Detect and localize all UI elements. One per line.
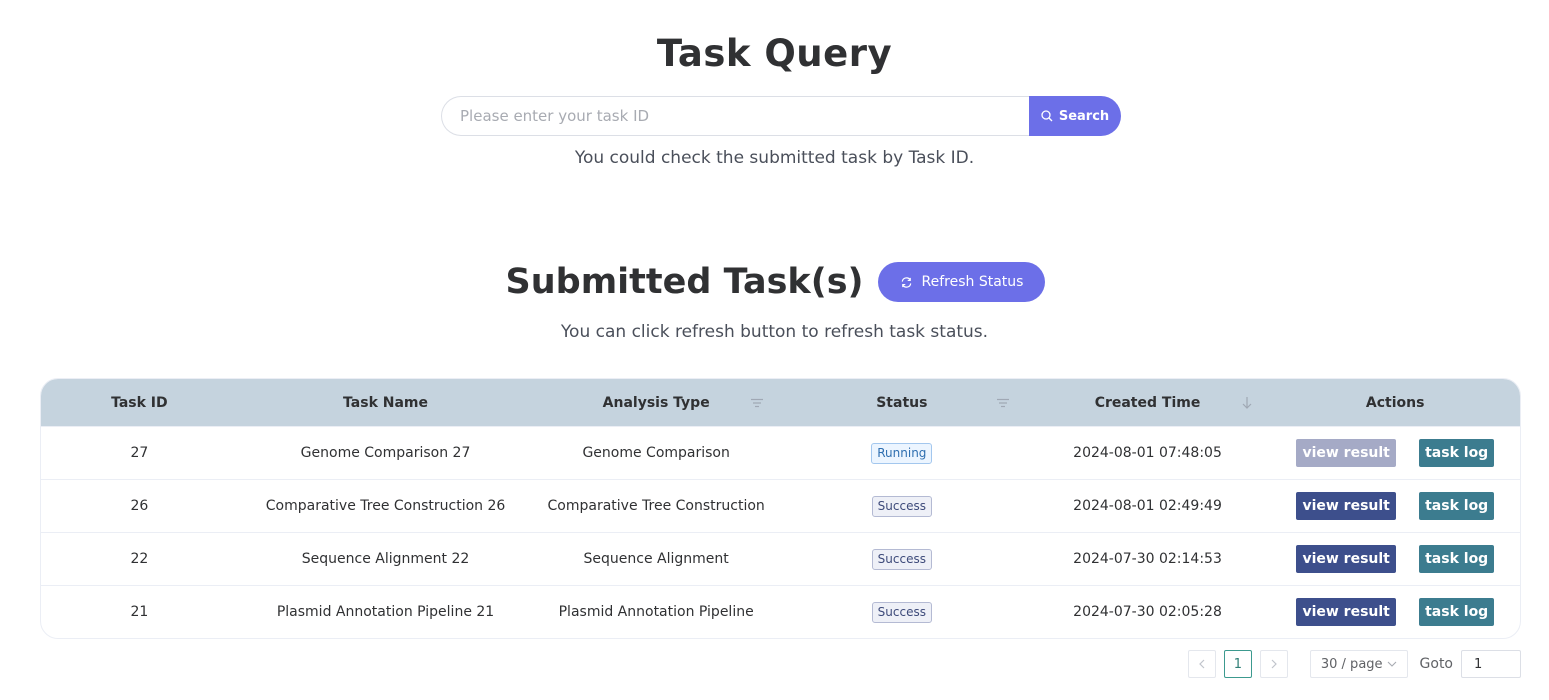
task-log-button[interactable]: task log xyxy=(1419,439,1495,467)
task-id-cell: 22 xyxy=(130,551,149,567)
status-badge: Success xyxy=(871,601,932,623)
status-cell: Success xyxy=(779,548,1025,570)
tasks-table: Task ID Task Name Analysis Type Status C… xyxy=(40,378,1521,639)
view-result-button[interactable]: view result xyxy=(1296,545,1397,573)
task-name-cell: Comparative Tree Construction 26 xyxy=(265,498,506,514)
status-cell: Success xyxy=(779,495,1025,517)
task-id-cell: 26 xyxy=(130,498,149,514)
search-icon xyxy=(1041,110,1053,122)
created-time-cell: 2024-08-01 07:48:05 xyxy=(1073,445,1222,461)
analysis-type-cell: Genome Comparison xyxy=(582,445,730,461)
column-header-task-id: Task ID xyxy=(111,394,168,411)
filter-icon[interactable] xyxy=(751,398,763,408)
actions-cell: view result task log xyxy=(1270,492,1520,520)
table-row: 27 Genome Comparison 27 Genome Compariso… xyxy=(41,426,1520,479)
table-row: 26 Comparative Tree Construction 26 Comp… xyxy=(41,479,1520,532)
search-button[interactable]: Search xyxy=(1029,96,1121,136)
pagination: 1 30 / page Goto xyxy=(1187,650,1521,678)
submitted-header: Submitted Task(s) Refresh Status xyxy=(0,262,1549,302)
column-header-created-time[interactable]: Created Time xyxy=(1025,395,1271,411)
task-log-button[interactable]: task log xyxy=(1419,598,1495,626)
refresh-status-label: Refresh Status xyxy=(921,274,1024,290)
page-number-current[interactable]: 1 xyxy=(1223,650,1252,678)
task-name-cell: Sequence Alignment 22 xyxy=(301,551,470,567)
column-header-status: Status xyxy=(779,395,1025,411)
view-result-button[interactable]: view result xyxy=(1296,439,1397,467)
task-log-button[interactable]: task log xyxy=(1419,492,1495,520)
column-header-analysis-type: Analysis Type xyxy=(533,395,779,411)
submitted-tasks-title: Submitted Task(s) xyxy=(505,262,864,302)
status-badge: Running xyxy=(871,442,933,464)
task-id-search-input[interactable] xyxy=(441,96,1029,136)
table-row: 21 Plasmid Annotation Pipeline 21 Plasmi… xyxy=(41,585,1520,638)
actions-cell: view result task log xyxy=(1270,598,1520,626)
column-header-actions: Actions xyxy=(1365,394,1425,411)
search-bar: Search xyxy=(441,96,1121,136)
page-size-select[interactable]: 30 / page xyxy=(1309,650,1408,678)
page-size-value: 30 / page xyxy=(1320,656,1383,672)
actions-cell: view result task log xyxy=(1270,439,1520,467)
analysis-type-cell: Plasmid Annotation Pipeline xyxy=(558,604,754,620)
status-cell: Running xyxy=(779,442,1025,464)
created-time-cell: 2024-08-01 02:49:49 xyxy=(1073,498,1222,514)
task-name-cell: Plasmid Annotation Pipeline 21 xyxy=(276,604,495,620)
task-id-cell: 21 xyxy=(130,604,149,620)
view-result-button[interactable]: view result xyxy=(1296,492,1397,520)
status-badge: Success xyxy=(871,495,932,517)
task-log-button[interactable]: task log xyxy=(1419,545,1495,573)
refresh-icon xyxy=(901,276,911,288)
task-query-hint: You could check the submitted task by Ta… xyxy=(574,148,975,168)
column-header-task-name: Task Name xyxy=(343,394,429,411)
status-cell: Success xyxy=(779,601,1025,623)
task-query-title: Task Query xyxy=(656,32,893,75)
next-page-button[interactable] xyxy=(1259,650,1288,678)
previous-page-button[interactable] xyxy=(1187,650,1216,678)
refresh-status-button[interactable]: Refresh Status xyxy=(877,262,1046,302)
status-badge: Success xyxy=(871,548,932,570)
created-time-cell: 2024-07-30 02:14:53 xyxy=(1073,551,1222,567)
actions-cell: view result task log xyxy=(1270,545,1520,573)
chevron-left-icon xyxy=(1199,659,1205,669)
search-button-label: Search xyxy=(1058,108,1110,124)
sort-descending-icon[interactable] xyxy=(1242,396,1252,409)
analysis-type-cell: Comparative Tree Construction xyxy=(547,498,765,514)
submitted-hint: You can click refresh button to refresh … xyxy=(560,322,989,342)
goto-page-input[interactable] xyxy=(1461,650,1521,678)
task-id-cell: 27 xyxy=(130,445,149,461)
filter-icon[interactable] xyxy=(996,398,1009,408)
created-time-cell: 2024-07-30 02:05:28 xyxy=(1073,604,1222,620)
chevron-right-icon xyxy=(1271,659,1277,669)
analysis-type-cell: Sequence Alignment xyxy=(583,551,729,567)
table-row: 22 Sequence Alignment 22 Sequence Alignm… xyxy=(41,532,1520,585)
table-header: Task ID Task Name Analysis Type Status C… xyxy=(41,379,1520,426)
view-result-button[interactable]: view result xyxy=(1296,598,1397,626)
task-name-cell: Genome Comparison 27 xyxy=(300,445,471,461)
chevron-down-icon xyxy=(1387,661,1396,667)
goto-label: Goto xyxy=(1419,656,1453,672)
